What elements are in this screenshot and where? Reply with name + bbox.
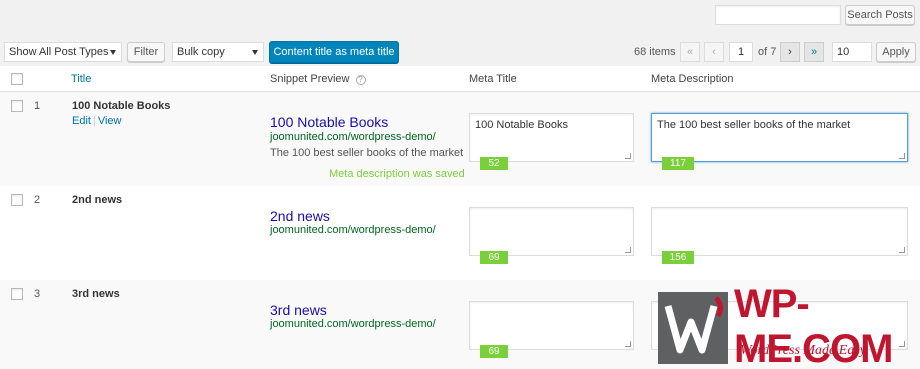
resize-grip-icon[interactable] [625,341,631,347]
row-number: 3 [34,288,41,300]
meta-description-value: The 100 best seller books of the market [657,119,851,131]
prev-page-button[interactable]: ‹ [704,42,724,62]
watermark-logo-icon [658,292,728,364]
column-snippet-preview: Snippet Preview? [270,73,366,85]
chevron-down-icon [252,50,258,55]
bulk-action-select-value: Bulk copy [177,46,225,58]
post-title: 3rd news [72,288,120,300]
per-page-input[interactable]: 10 [832,42,872,62]
column-meta-title: Meta Title [469,73,517,85]
saved-message: Meta description was saved [329,168,465,180]
chevron-down-icon [110,50,116,55]
post-type-select[interactable]: Show All Post Types [4,42,122,62]
snippet-title: 100 Notable Books [270,114,389,130]
search-input[interactable] [715,5,841,25]
meta-title-counter: 69 [480,345,508,358]
bulk-action-select[interactable]: Bulk copy [172,42,264,62]
meta-title-counter: 69 [480,251,508,264]
meta-description-field[interactable] [651,207,908,256]
watermark-tagline: WordPress Made Easy [740,343,866,358]
post-title: 2nd news [72,194,123,206]
total-pages: of 7 [758,46,777,58]
snippet-url: joomunited.com/wordpress-demo/ [270,318,436,330]
first-page-button[interactable]: « [680,42,700,62]
snippet-url: joomunited.com/wordpress-demo/ [270,224,436,236]
row-actions: Edit | View [72,115,121,127]
meta-title-field[interactable] [469,207,634,256]
content-title-as-meta-title-button[interactable]: Content title as meta title [269,41,399,63]
row-number: 1 [34,100,41,112]
last-page-button[interactable]: » [804,42,824,62]
current-page-input[interactable]: 1 [729,42,753,62]
snippet-title: 3rd news [270,302,327,318]
edit-link[interactable]: Edit [72,115,91,127]
meta-description-field[interactable]: The 100 best seller books of the market [651,113,908,162]
column-meta-description: Meta Description [651,73,734,85]
snippet-url: joomunited.com/wordpress-demo/ [270,131,436,143]
row-checkbox[interactable] [11,100,23,112]
post-title: 100 Notable Books [72,100,171,112]
search-posts-button[interactable]: Search Posts [845,5,915,25]
row-checkbox[interactable] [11,194,23,206]
meta-title-field[interactable] [469,301,634,350]
meta-title-counter: 52 [480,157,508,170]
view-link[interactable]: View [98,115,122,127]
resize-grip-icon[interactable] [899,153,905,159]
apply-button[interactable]: Apply [876,42,916,62]
meta-description-counter: 156 [662,251,694,264]
row-number: 2 [34,194,41,206]
row-checkbox[interactable] [11,288,23,300]
resize-grip-icon[interactable] [625,247,631,253]
snippet-title: 2nd news [270,208,330,224]
help-icon[interactable]: ? [355,75,366,85]
next-page-button[interactable]: › [780,42,800,62]
meta-description-counter: 117 [662,157,694,170]
filter-button[interactable]: Filter [127,42,165,62]
meta-title-value: 100 Notable Books [475,119,568,131]
snippet-description: The 100 best seller books of the market [270,147,464,159]
resize-grip-icon[interactable] [625,153,631,159]
resize-grip-icon[interactable] [899,247,905,253]
items-count: 68 items [634,46,676,58]
column-snippet-preview-label: Snippet Preview [270,73,350,85]
column-title[interactable]: Title [71,73,91,85]
select-all-checkbox[interactable] [11,73,23,85]
table-header [0,66,920,92]
post-type-select-value: Show All Post Types [9,46,109,58]
meta-title-field[interactable]: 100 Notable Books [469,113,634,162]
action-separator: | [92,115,96,127]
